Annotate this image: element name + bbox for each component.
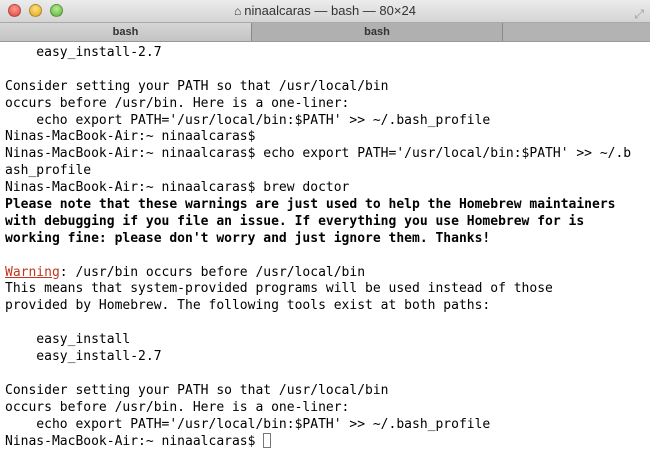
window-controls	[8, 4, 63, 17]
terminal-line-text: provided by Homebrew. The following tool…	[5, 298, 491, 314]
terminal-line: Ninas-MacBook-Air:~ ninaalcaras$ brew do…	[5, 180, 650, 197]
title-bar: ⌂ ninaalcaras — bash — 80×24 ⤢	[0, 0, 650, 22]
terminal-line: Warning: /usr/bin occurs before /usr/loc…	[5, 265, 650, 282]
home-icon: ⌂	[234, 4, 242, 18]
terminal-output[interactable]: easy_install-2.7 Consider setting your PA…	[0, 42, 650, 450]
terminal-line: Ninas-MacBook-Air:~ ninaalcaras$	[5, 129, 650, 146]
terminal-line-text: Ninas-MacBook-Air:~ ninaalcaras$ brew do…	[5, 180, 350, 196]
tab-bash-2[interactable]: bash	[252, 23, 503, 41]
warning-label: Warning	[5, 264, 60, 280]
terminal-line-text: working fine: please don't worry and jus…	[5, 230, 491, 246]
terminal-line: echo export PATH='/usr/local/bin:$PATH' …	[5, 113, 650, 130]
terminal-line: provided by Homebrew. The following tool…	[5, 298, 650, 315]
terminal-line: occurs before /usr/bin. Here is a one-li…	[5, 400, 650, 417]
close-button[interactable]	[8, 4, 21, 17]
terminal-line-text: Ninas-MacBook-Air:~ ninaalcaras$ echo ex…	[5, 146, 632, 162]
terminal-line: easy_install-2.7	[5, 349, 650, 366]
terminal-line-text: Consider setting your PATH so that /usr/…	[5, 78, 389, 94]
fullscreen-icon[interactable]: ⤢	[634, 3, 644, 25]
terminal-line: Consider setting your PATH so that /usr/…	[5, 383, 650, 400]
terminal-line-text: Consider setting your PATH so that /usr/…	[5, 382, 389, 398]
terminal-line-text: easy_install-2.7	[5, 349, 162, 365]
terminal-line: with debugging if you file an issue. If …	[5, 214, 650, 231]
terminal-line: working fine: please don't worry and jus…	[5, 231, 650, 248]
tab-bash-1[interactable]: bash	[0, 23, 252, 41]
text-cursor	[263, 433, 272, 449]
terminal-line-text: occurs before /usr/bin. Here is a one-li…	[5, 95, 350, 111]
terminal-line: Ninas-MacBook-Air:~ ninaalcaras$ echo ex…	[5, 146, 650, 163]
terminal-line-text: : /usr/bin occurs before /usr/local/bin	[59, 264, 366, 280]
terminal-line-text: Ninas-MacBook-Air:~ ninaalcaras$	[5, 129, 256, 145]
terminal-line-text: echo export PATH='/usr/local/bin:$PATH' …	[5, 112, 491, 128]
minimize-button[interactable]	[29, 4, 42, 17]
terminal-line-text: echo export PATH='/usr/local/bin:$PATH' …	[5, 416, 491, 432]
tab-bar-empty	[503, 23, 650, 41]
terminal-line: Please note that these warnings are just…	[5, 197, 650, 214]
terminal-line-text: easy_install	[5, 332, 131, 348]
terminal-line: easy_install	[5, 332, 650, 349]
terminal-line: occurs before /usr/bin. Here is a one-li…	[5, 96, 650, 113]
terminal-line: Consider setting your PATH so that /usr/…	[5, 79, 650, 96]
terminal-line: Ninas-MacBook-Air:~ ninaalcaras$	[5, 433, 650, 450]
terminal-line: This means that system-provided programs…	[5, 281, 650, 298]
terminal-line-text: occurs before /usr/bin. Here is a one-li…	[5, 399, 350, 415]
terminal-line: easy_install-2.7	[5, 45, 650, 62]
terminal-line-text: This means that system-provided programs…	[5, 281, 553, 297]
tab-bar: bash bash	[0, 22, 650, 42]
terminal-line: ash_profile	[5, 163, 650, 180]
terminal-line-text: Please note that these warnings are just…	[5, 197, 616, 213]
terminal-line-text: ash_profile	[5, 163, 92, 179]
terminal-line-text: with debugging if you file an issue. If …	[5, 213, 585, 229]
terminal-line-text: Ninas-MacBook-Air:~ ninaalcaras$	[5, 434, 264, 450]
terminal-line-text: easy_install-2.7	[5, 45, 162, 60]
terminal-line: echo export PATH='/usr/local/bin:$PATH' …	[5, 417, 650, 434]
window-title: ninaalcaras — bash — 80×24	[244, 3, 416, 18]
zoom-button[interactable]	[50, 4, 63, 17]
